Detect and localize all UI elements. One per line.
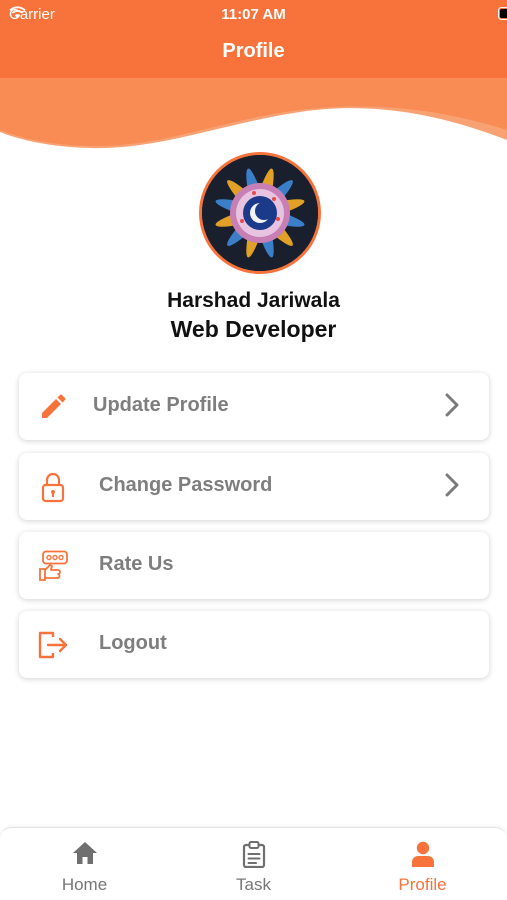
bottom-tab-bar: Home Task Profile — [0, 827, 507, 900]
menu-item-label: Rate Us — [99, 553, 174, 575]
tab-profile[interactable]: Profile — [338, 828, 507, 900]
tab-label: Profile — [398, 875, 447, 894]
tab-label: Task — [236, 875, 271, 894]
menu-item-label: Update Profile — [93, 394, 229, 416]
pencil-icon — [37, 391, 69, 423]
home-icon — [0, 841, 169, 865]
tab-label: Home — [61, 875, 108, 894]
tab-home[interactable]: Home — [0, 828, 169, 900]
avatar[interactable] — [199, 152, 321, 274]
rate-us-button[interactable]: Rate Us — [19, 532, 489, 599]
menu-item-label: Logout — [99, 632, 167, 654]
page-title: Profile — [222, 40, 285, 62]
profile-header: Carrier 11:07 AM Profile — [0, 0, 507, 160]
menu-item-label: Change Password — [99, 474, 273, 496]
rate-us-icon — [37, 550, 69, 582]
change-password-button[interactable]: Change Password — [19, 453, 489, 520]
logout-button[interactable]: Logout — [19, 611, 489, 678]
chevron-right-icon — [445, 473, 459, 502]
mandala-avatar-icon — [202, 155, 318, 271]
tab-task[interactable]: Task — [169, 828, 338, 900]
status-bar: Carrier 11:07 AM — [0, 0, 507, 28]
clipboard-icon — [169, 841, 338, 868]
chevron-right-icon — [445, 393, 459, 422]
status-time: 11:07 AM — [221, 6, 286, 23]
lock-icon — [37, 471, 69, 503]
user-icon — [338, 841, 507, 868]
profile-role: Web Developer — [170, 316, 337, 342]
update-profile-button[interactable]: Update Profile — [19, 373, 489, 440]
profile-name: Harshad Jariwala — [167, 289, 340, 312]
logout-icon — [37, 629, 69, 661]
